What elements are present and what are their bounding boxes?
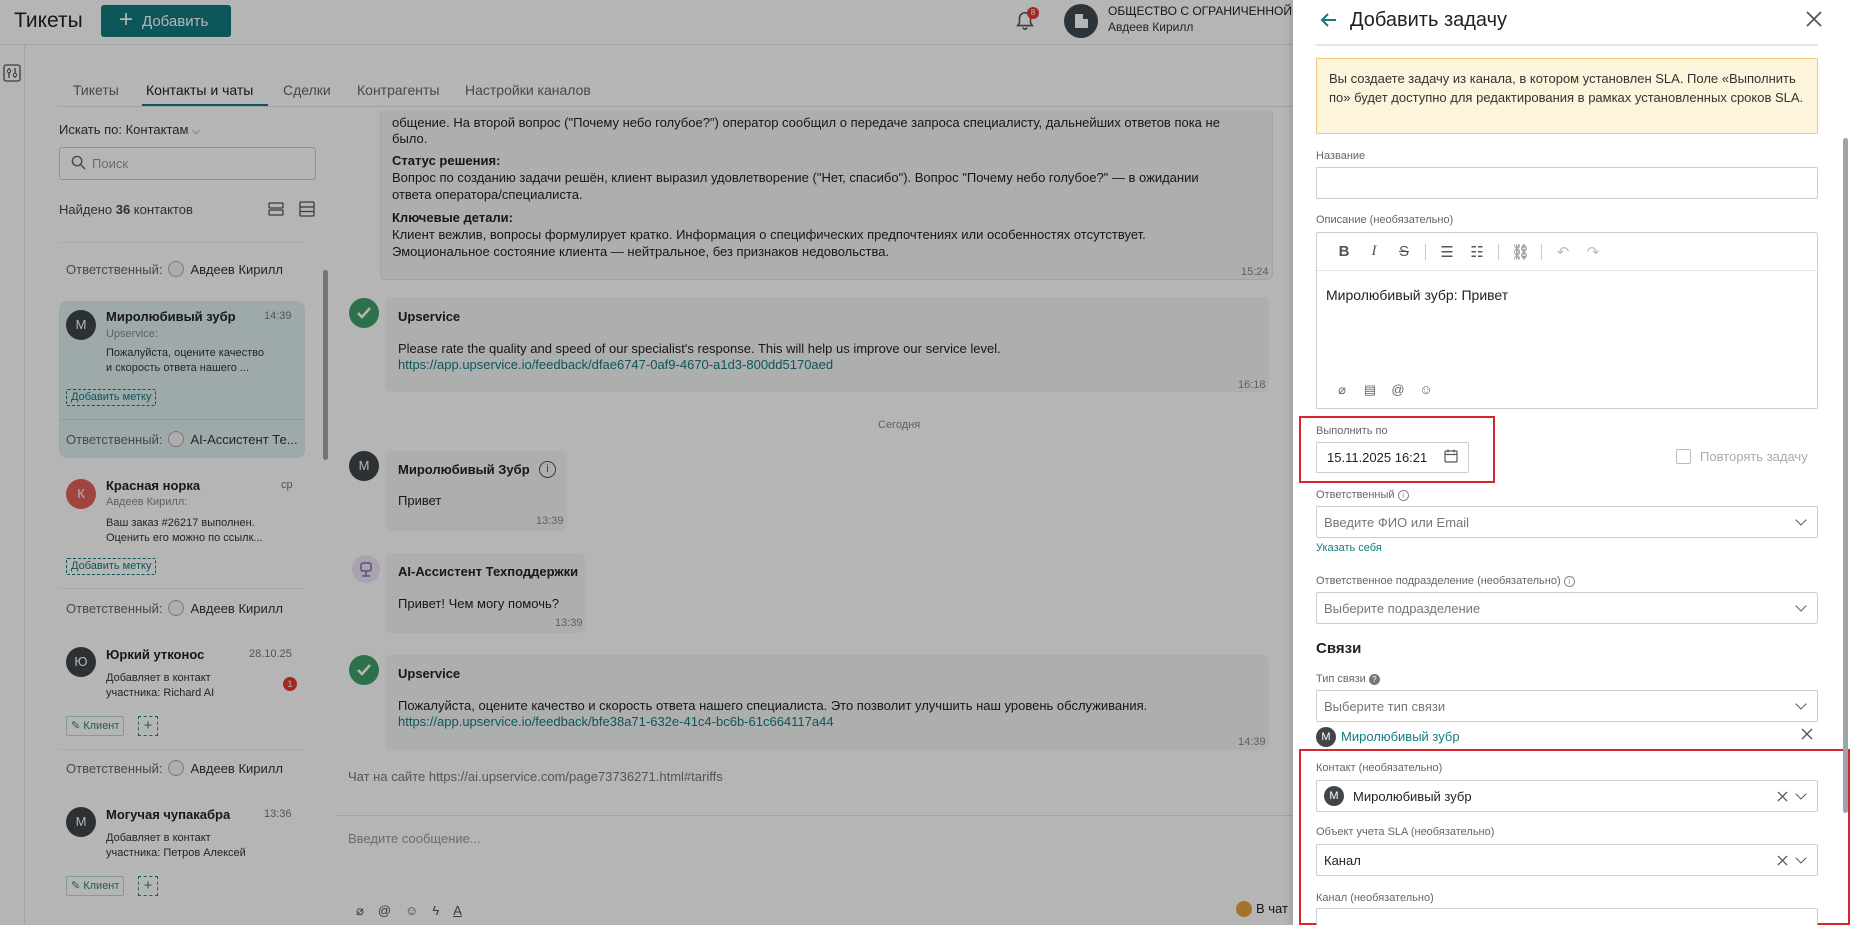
sla-object-select[interactable] xyxy=(1316,844,1818,876)
link-type-field-label: Тип связи ? xyxy=(1316,673,1380,685)
department-placeholder: Выберите подразделение xyxy=(1324,601,1481,616)
sla-object-value: Канал xyxy=(1324,853,1361,868)
remove-link-icon[interactable] xyxy=(1801,728,1813,740)
channel-select[interactable] xyxy=(1316,908,1818,925)
paperclip-icon[interactable]: ⌀ xyxy=(1333,381,1351,399)
repeat-label: Повторять задачу xyxy=(1700,449,1808,464)
sla-warning: Вы создаете задачу из канала, в котором … xyxy=(1316,58,1818,134)
contact-label: Контакт (необязательно) xyxy=(1316,762,1443,774)
editor-toolbar: B I S ☰ ☷ ⛓ ↶ ↷ xyxy=(1317,233,1817,271)
emoji-icon[interactable]: ☺ xyxy=(1417,381,1435,399)
avatar: М xyxy=(1324,786,1344,806)
editor-attachments: ⌀ ▤ @ ☺ xyxy=(1333,381,1435,399)
bold-icon[interactable]: B xyxy=(1335,243,1353,260)
responsible-label-text: Ответственный xyxy=(1316,489,1395,501)
back-arrow-icon[interactable] xyxy=(1319,10,1339,30)
name-input[interactable] xyxy=(1316,167,1818,199)
department-field-label: Ответственное подразделение (необязатель… xyxy=(1316,575,1575,587)
undo-icon[interactable]: ↶ xyxy=(1554,243,1572,261)
panel-title: Добавить задачу xyxy=(1350,9,1508,31)
sla-object-label: Объект учета SLA (необязательно) xyxy=(1316,826,1495,838)
clear-icon[interactable] xyxy=(1777,855,1788,866)
description-text: Миролюбивый зубр: Привет xyxy=(1326,287,1509,303)
due-date-value: 15.11.2025 16:21 xyxy=(1327,450,1428,465)
toolbar-separator xyxy=(1498,243,1499,260)
avatar: М xyxy=(1316,727,1336,747)
channel-label: Канал (необязательно) xyxy=(1316,892,1434,904)
calendar-icon[interactable] xyxy=(1444,449,1458,463)
repeat-checkbox[interactable] xyxy=(1676,449,1691,464)
linked-contact-link[interactable]: Миролюбивый зубр xyxy=(1341,729,1460,744)
redo-icon[interactable]: ↷ xyxy=(1584,243,1602,261)
link-icon[interactable]: ⛓ xyxy=(1511,243,1530,261)
bullet-list-icon[interactable]: ☰ xyxy=(1438,243,1456,261)
italic-icon[interactable]: I xyxy=(1365,243,1383,260)
help-icon[interactable]: ? xyxy=(1368,673,1380,685)
info-icon[interactable]: i xyxy=(1397,489,1409,501)
close-icon[interactable] xyxy=(1805,10,1823,28)
info-icon[interactable]: i xyxy=(1563,575,1575,587)
mention-icon[interactable]: @ xyxy=(1389,381,1407,399)
due-label: Выполнить по xyxy=(1316,425,1388,437)
numbered-list-icon[interactable]: ☷ xyxy=(1468,243,1486,261)
responsible-placeholder: Введите ФИО или Email xyxy=(1324,515,1470,530)
link-type-placeholder: Выберите тип связи xyxy=(1324,699,1446,714)
responsible-field-label: Ответственный i xyxy=(1316,489,1409,501)
clear-icon[interactable] xyxy=(1777,791,1788,802)
strikethrough-icon[interactable]: S xyxy=(1395,243,1413,260)
contact-value: Миролюбивый зубр xyxy=(1353,789,1472,804)
panel-divider xyxy=(1316,44,1818,46)
panel-scrollbar[interactable] xyxy=(1843,138,1848,813)
template-icon[interactable]: ▤ xyxy=(1361,381,1379,399)
toolbar-separator xyxy=(1425,243,1426,260)
links-section-title: Связи xyxy=(1316,640,1362,657)
department-label-text: Ответственное подразделение (необязатель… xyxy=(1316,575,1561,587)
modal-overlay[interactable] xyxy=(0,0,1293,925)
assign-self-link[interactable]: Указать себя xyxy=(1316,542,1382,554)
link-type-label-text: Тип связи xyxy=(1316,673,1366,685)
name-label: Название xyxy=(1316,150,1366,162)
toolbar-separator xyxy=(1541,243,1542,260)
description-label: Описание (необязательно) xyxy=(1316,214,1454,226)
